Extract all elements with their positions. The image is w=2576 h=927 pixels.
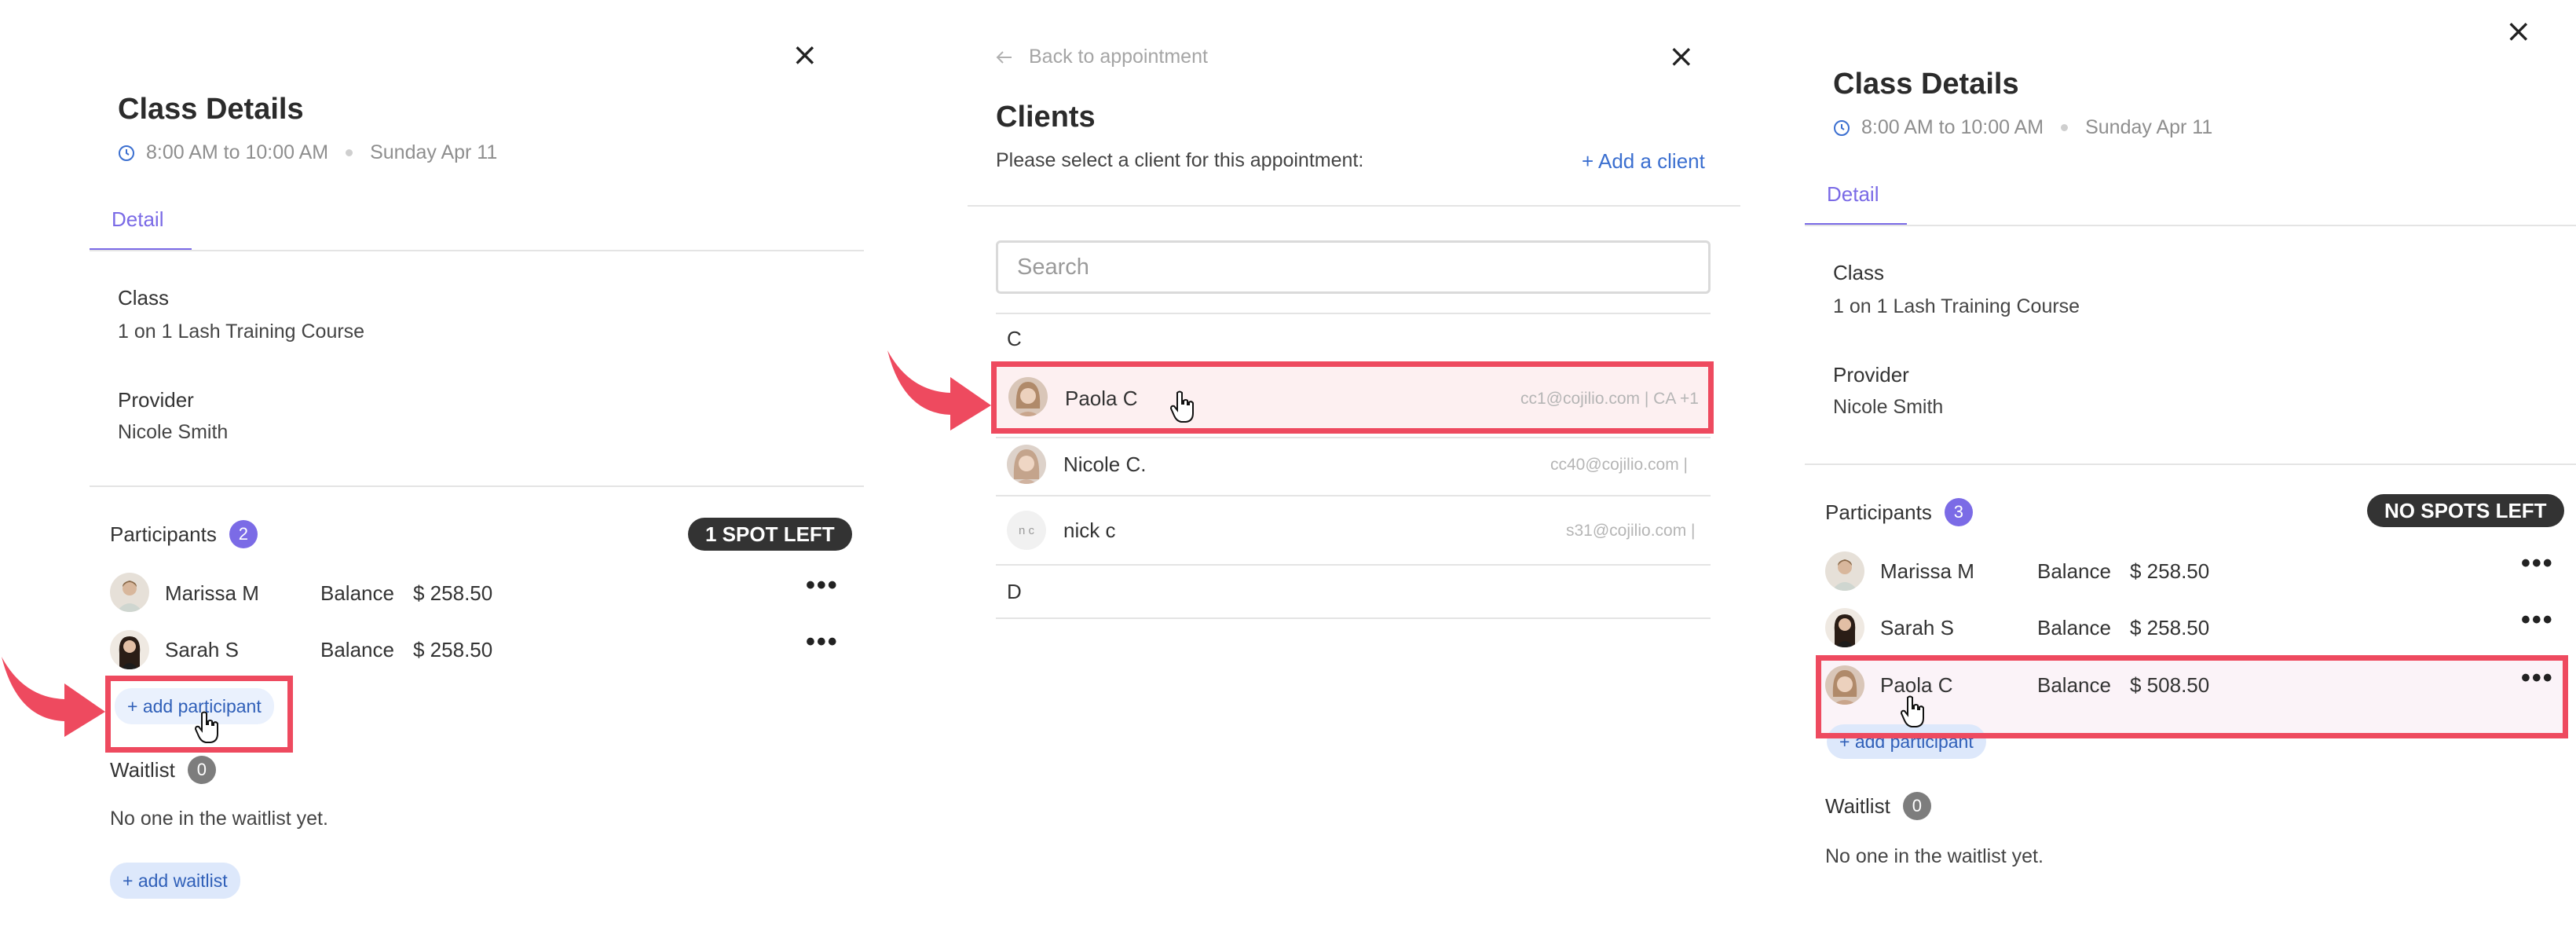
close-icon[interactable]: × — [2505, 16, 2532, 47]
participant-name: Sarah S — [165, 638, 239, 661]
waitlist-count-badge: 0 — [187, 756, 216, 784]
search-input[interactable]: Search — [996, 240, 1711, 294]
list-divider — [996, 617, 1711, 619]
page-title: Class Details — [1833, 68, 2019, 101]
participants-count-badge: 2 — [229, 520, 258, 548]
instruction-text: Please select a client for this appointm… — [996, 149, 1364, 171]
tab-detail[interactable]: Detail — [1827, 182, 1879, 207]
class-value: 1 on 1 Lash Training Course — [118, 321, 365, 343]
list-divider — [996, 313, 1711, 314]
clock-icon — [119, 145, 134, 161]
hand-cursor-icon — [1169, 390, 1197, 430]
client-name[interactable]: Paola C — [1065, 387, 1138, 411]
waitlist-empty-text: No one in the waitlist yet. — [1825, 845, 2044, 867]
list-divider — [996, 495, 1711, 496]
client-email: s31@cojilio.com | — [1566, 522, 1696, 540]
balance-value: $ 258.50 — [413, 638, 493, 661]
waitlist-label: Waitlist — [110, 757, 175, 782]
class-time: 8:00 AM to 10:00 AM — [1861, 116, 2044, 138]
class-label: Class — [1833, 261, 1885, 284]
list-divider — [996, 564, 1711, 566]
balance-value: $ 508.50 — [2130, 673, 2210, 697]
provider-value: Nicole Smith — [1833, 396, 1944, 418]
balance-value: $ 258.50 — [2130, 559, 2210, 583]
red-pointer-arrow — [887, 350, 991, 431]
client-email: cc1@cojilio.com | CA +1 — [1520, 390, 1699, 408]
participant-name: Marissa M — [165, 581, 259, 605]
class-date: Sunday Apr 11 — [370, 141, 498, 163]
balance-value: $ 258.50 — [2130, 616, 2210, 639]
avatar — [1825, 608, 1864, 647]
waitlist-count-badge: 0 — [1902, 792, 1931, 820]
class-date: Sunday Apr 11 — [2085, 116, 2213, 138]
participant-name: Marissa M — [1880, 559, 1974, 583]
more-horizontal-icon[interactable]: ••• — [806, 628, 839, 655]
tab-divider — [1805, 225, 2576, 226]
avatar — [1008, 377, 1048, 416]
clock-icon — [1834, 119, 1850, 136]
class-label: Class — [118, 286, 170, 310]
more-horizontal-icon[interactable]: ••• — [2521, 550, 2554, 577]
spots-left-badge: NO SPOTS LEFT — [2367, 494, 2564, 527]
provider-label: Provider — [118, 388, 194, 412]
client-name[interactable]: Nicole C. — [1063, 453, 1146, 477]
balance-label: Balance — [320, 638, 394, 661]
class-time-meta: 8:00 AM to 10:00 AM Sunday Apr 11 — [1833, 116, 2212, 139]
close-icon[interactable]: × — [792, 39, 818, 71]
avatar — [1007, 445, 1046, 484]
class-time: 8:00 AM to 10:00 AM — [146, 141, 329, 163]
group-letter: C — [1007, 327, 1022, 350]
list-divider — [996, 437, 1711, 438]
back-to-appointment-link[interactable]: Back to appointment — [996, 46, 1208, 68]
waitlist-header: Waitlist 0 — [1825, 792, 1931, 820]
avatar-initials: n c — [1007, 511, 1046, 550]
waitlist-label: Waitlist — [1825, 793, 1890, 818]
balance-label: Balance — [2037, 673, 2111, 697]
more-horizontal-icon[interactable]: ••• — [2521, 665, 2554, 691]
page-title: Class Details — [118, 93, 304, 126]
header-divider — [968, 205, 1740, 207]
arrow-left-icon — [996, 50, 1012, 64]
client-name[interactable]: nick c — [1063, 518, 1115, 543]
close-icon[interactable]: × — [1668, 41, 1695, 72]
separator-dot — [346, 149, 353, 156]
hand-cursor-icon — [1899, 694, 1927, 735]
provider-value: Nicole Smith — [118, 421, 229, 443]
balance-label: Balance — [2037, 559, 2111, 583]
separator-dot — [2061, 124, 2069, 131]
tab-detail[interactable]: Detail — [112, 207, 163, 232]
provider-label: Provider — [1833, 363, 1909, 387]
waitlist-empty-text: No one in the waitlist yet. — [110, 808, 328, 830]
participants-header: Participants 2 — [110, 520, 258, 548]
balance-label: Balance — [2037, 616, 2111, 639]
participants-header: Participants 3 — [1825, 498, 1973, 526]
page-title: Clients — [996, 101, 1096, 134]
group-letter: D — [1007, 580, 1022, 603]
section-divider — [1805, 464, 2576, 465]
avatar — [1825, 665, 1864, 705]
add-waitlist-button[interactable]: + add waitlist — [110, 863, 240, 899]
participants-count-badge: 3 — [1944, 498, 1973, 526]
participants-label: Participants — [1825, 500, 1932, 524]
tab-divider — [90, 250, 864, 251]
balance-label: Balance — [320, 581, 394, 605]
add-client-link[interactable]: + Add a client — [1582, 149, 1705, 174]
spots-left-badge: 1 SPOT LEFT — [688, 518, 852, 551]
more-horizontal-icon[interactable]: ••• — [806, 572, 839, 599]
waitlist-header: Waitlist 0 — [110, 756, 216, 784]
hand-cursor-icon — [193, 710, 221, 750]
participants-label: Participants — [110, 522, 217, 546]
avatar — [110, 630, 149, 669]
avatar — [110, 573, 149, 612]
class-value: 1 on 1 Lash Training Course — [1833, 295, 2080, 317]
more-horizontal-icon[interactable]: ••• — [2521, 606, 2554, 633]
avatar — [1825, 551, 1864, 591]
client-email: cc40@cojilio.com | — [1550, 456, 1688, 474]
class-time-meta: 8:00 AM to 10:00 AM Sunday Apr 11 — [118, 141, 497, 164]
section-divider — [90, 485, 864, 487]
participant-name: Sarah S — [1880, 616, 1954, 639]
balance-value: $ 258.50 — [413, 581, 493, 605]
back-label: Back to appointment — [1029, 46, 1208, 68]
red-pointer-arrow — [2, 657, 105, 737]
